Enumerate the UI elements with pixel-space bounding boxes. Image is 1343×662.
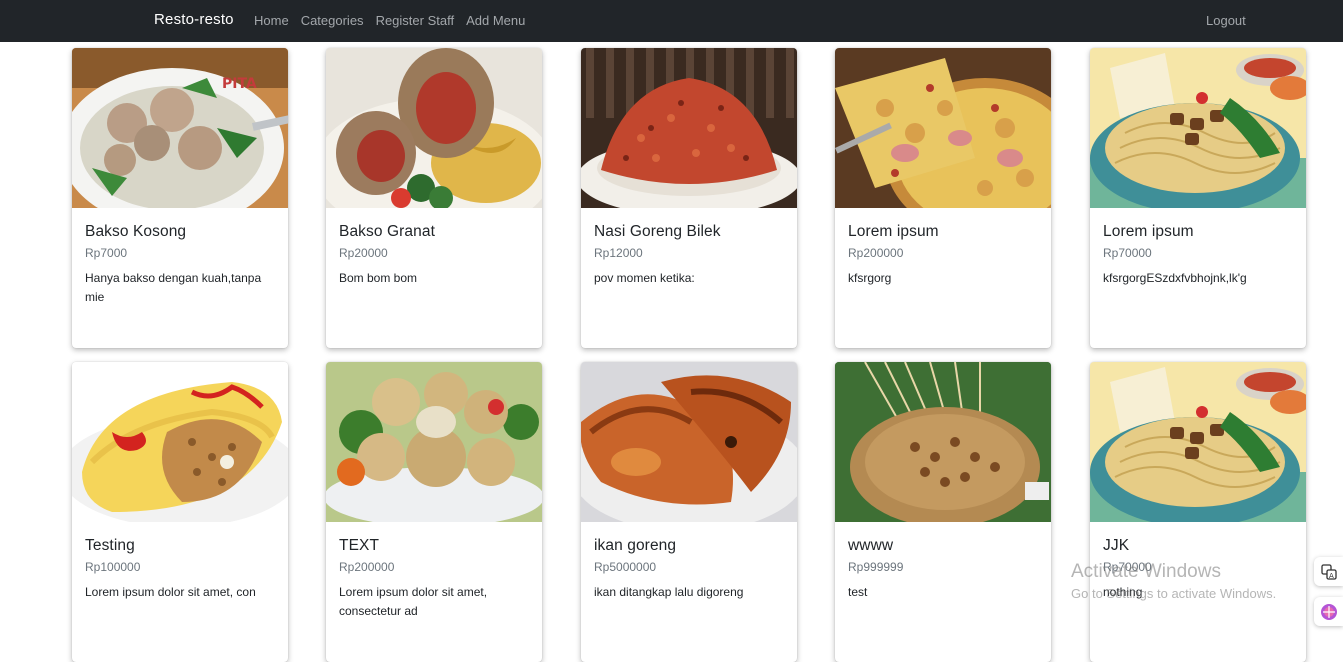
menu-name: TEXT xyxy=(339,537,380,554)
card-body: ikan goreng Rp5000000 ikan ditangkap lal… xyxy=(581,522,797,602)
chicken-noodles-image xyxy=(1090,48,1306,208)
menu-name: Testing xyxy=(85,537,135,554)
menu-price: Rp7000 xyxy=(85,246,128,260)
menu-card[interactable]: Nasi Goreng Bilek Rp12000 pov momen keti… xyxy=(581,48,797,348)
card-body: Bakso Kosong Rp7000 Hanya bakso dengan k… xyxy=(72,208,288,307)
satay-peanut-sauce-image xyxy=(835,362,1051,522)
fried-dumplings-image xyxy=(326,362,542,522)
menu-description: pov momen ketika: xyxy=(594,271,695,285)
menu-card[interactable]: Testing Rp100000 Lorem ipsum dolor sit a… xyxy=(72,362,288,662)
menu-description: Bom bom bom xyxy=(339,271,418,285)
card-body: Testing Rp100000 Lorem ipsum dolor sit a… xyxy=(72,522,288,602)
menu-grid: PITA Bakso Kosong Rp7000 Hanya bakso den… xyxy=(0,0,1343,662)
menu-name: Bakso Granat xyxy=(339,223,435,240)
svg-text:PITA: PITA xyxy=(222,76,257,92)
menu-description: Hanya bakso dengan kuah,tanpa mie xyxy=(85,271,262,304)
menu-card[interactable]: Lorem ipsum Rp70000 kfsrgorgESzdxfvbhojn… xyxy=(1090,48,1306,348)
assistant-icon[interactable] xyxy=(1314,597,1343,626)
menu-price: Rp200000 xyxy=(339,560,395,574)
menu-card[interactable]: Bakso Granat Rp20000 Bom bom bom xyxy=(326,48,542,348)
menu-description: kfsrgorg xyxy=(848,271,892,285)
fried-rice-image xyxy=(581,48,797,208)
menu-card[interactable]: Lorem ipsum Rp200000 kfsrgorg xyxy=(835,48,1051,348)
svg-text:A: A xyxy=(1329,572,1334,580)
menu-price: Rp5000000 xyxy=(594,560,657,574)
card-body: TEXT Rp200000 Lorem ipsum dolor sit amet… xyxy=(326,522,542,621)
meatball-soup-image: PITA xyxy=(72,48,288,208)
card-body: Bakso Granat Rp20000 Bom bom bom xyxy=(326,208,542,288)
fried-fish-image xyxy=(581,362,797,522)
menu-price: Rp200000 xyxy=(848,246,904,260)
omelette-rice-image xyxy=(72,362,288,522)
menu-card[interactable]: TEXT Rp200000 Lorem ipsum dolor sit amet… xyxy=(326,362,542,662)
chicken-noodles-image xyxy=(1090,362,1306,522)
menu-description: test xyxy=(848,585,868,599)
menu-name: Nasi Goreng Bilek xyxy=(594,223,721,240)
menu-description: Lorem ipsum dolor sit amet, consectetur … xyxy=(339,585,488,618)
menu-name: wwww xyxy=(848,537,894,554)
pizza-image xyxy=(835,48,1051,208)
menu-description: Lorem ipsum dolor sit amet, con xyxy=(85,585,256,599)
card-body: Lorem ipsum Rp70000 kfsrgorgESzdxfvbhojn… xyxy=(1090,208,1306,288)
menu-name: Lorem ipsum xyxy=(1103,223,1194,240)
menu-card[interactable]: wwww Rp999999 test xyxy=(835,362,1051,662)
menu-price: Rp20000 xyxy=(339,246,388,260)
menu-description: ikan ditangkap lalu digoreng xyxy=(594,585,744,599)
menu-price: Rp100000 xyxy=(85,560,141,574)
menu-price: Rp70000 xyxy=(1103,246,1152,260)
card-body: Nasi Goreng Bilek Rp12000 pov momen keti… xyxy=(581,208,797,288)
menu-card[interactable]: JJK Rp70000 nothing xyxy=(1090,362,1306,662)
card-body: wwww Rp999999 test xyxy=(835,522,1051,602)
menu-name: Bakso Kosong xyxy=(85,223,187,240)
menu-description: kfsrgorgESzdxfvbhojnk,lk'g xyxy=(1103,271,1247,285)
activate-windows-subtitle: Go to Settings to activate Windows. xyxy=(1071,586,1277,601)
menu-name: JJK xyxy=(1103,537,1130,554)
menu-name: Lorem ipsum xyxy=(848,223,939,240)
menu-card[interactable]: ikan goreng Rp5000000 ikan ditangkap lal… xyxy=(581,362,797,662)
activate-windows-title: Activate Windows xyxy=(1071,561,1221,582)
translate-icon[interactable]: A xyxy=(1314,557,1343,586)
stuffed-meatball-noodles-image xyxy=(326,48,542,208)
menu-price: Rp12000 xyxy=(594,246,643,260)
menu-name: ikan goreng xyxy=(594,537,677,554)
menu-price: Rp999999 xyxy=(848,560,904,574)
menu-card[interactable]: PITA Bakso Kosong Rp7000 Hanya bakso den… xyxy=(72,48,288,348)
card-body: Lorem ipsum Rp200000 kfsrgorg xyxy=(835,208,1051,288)
